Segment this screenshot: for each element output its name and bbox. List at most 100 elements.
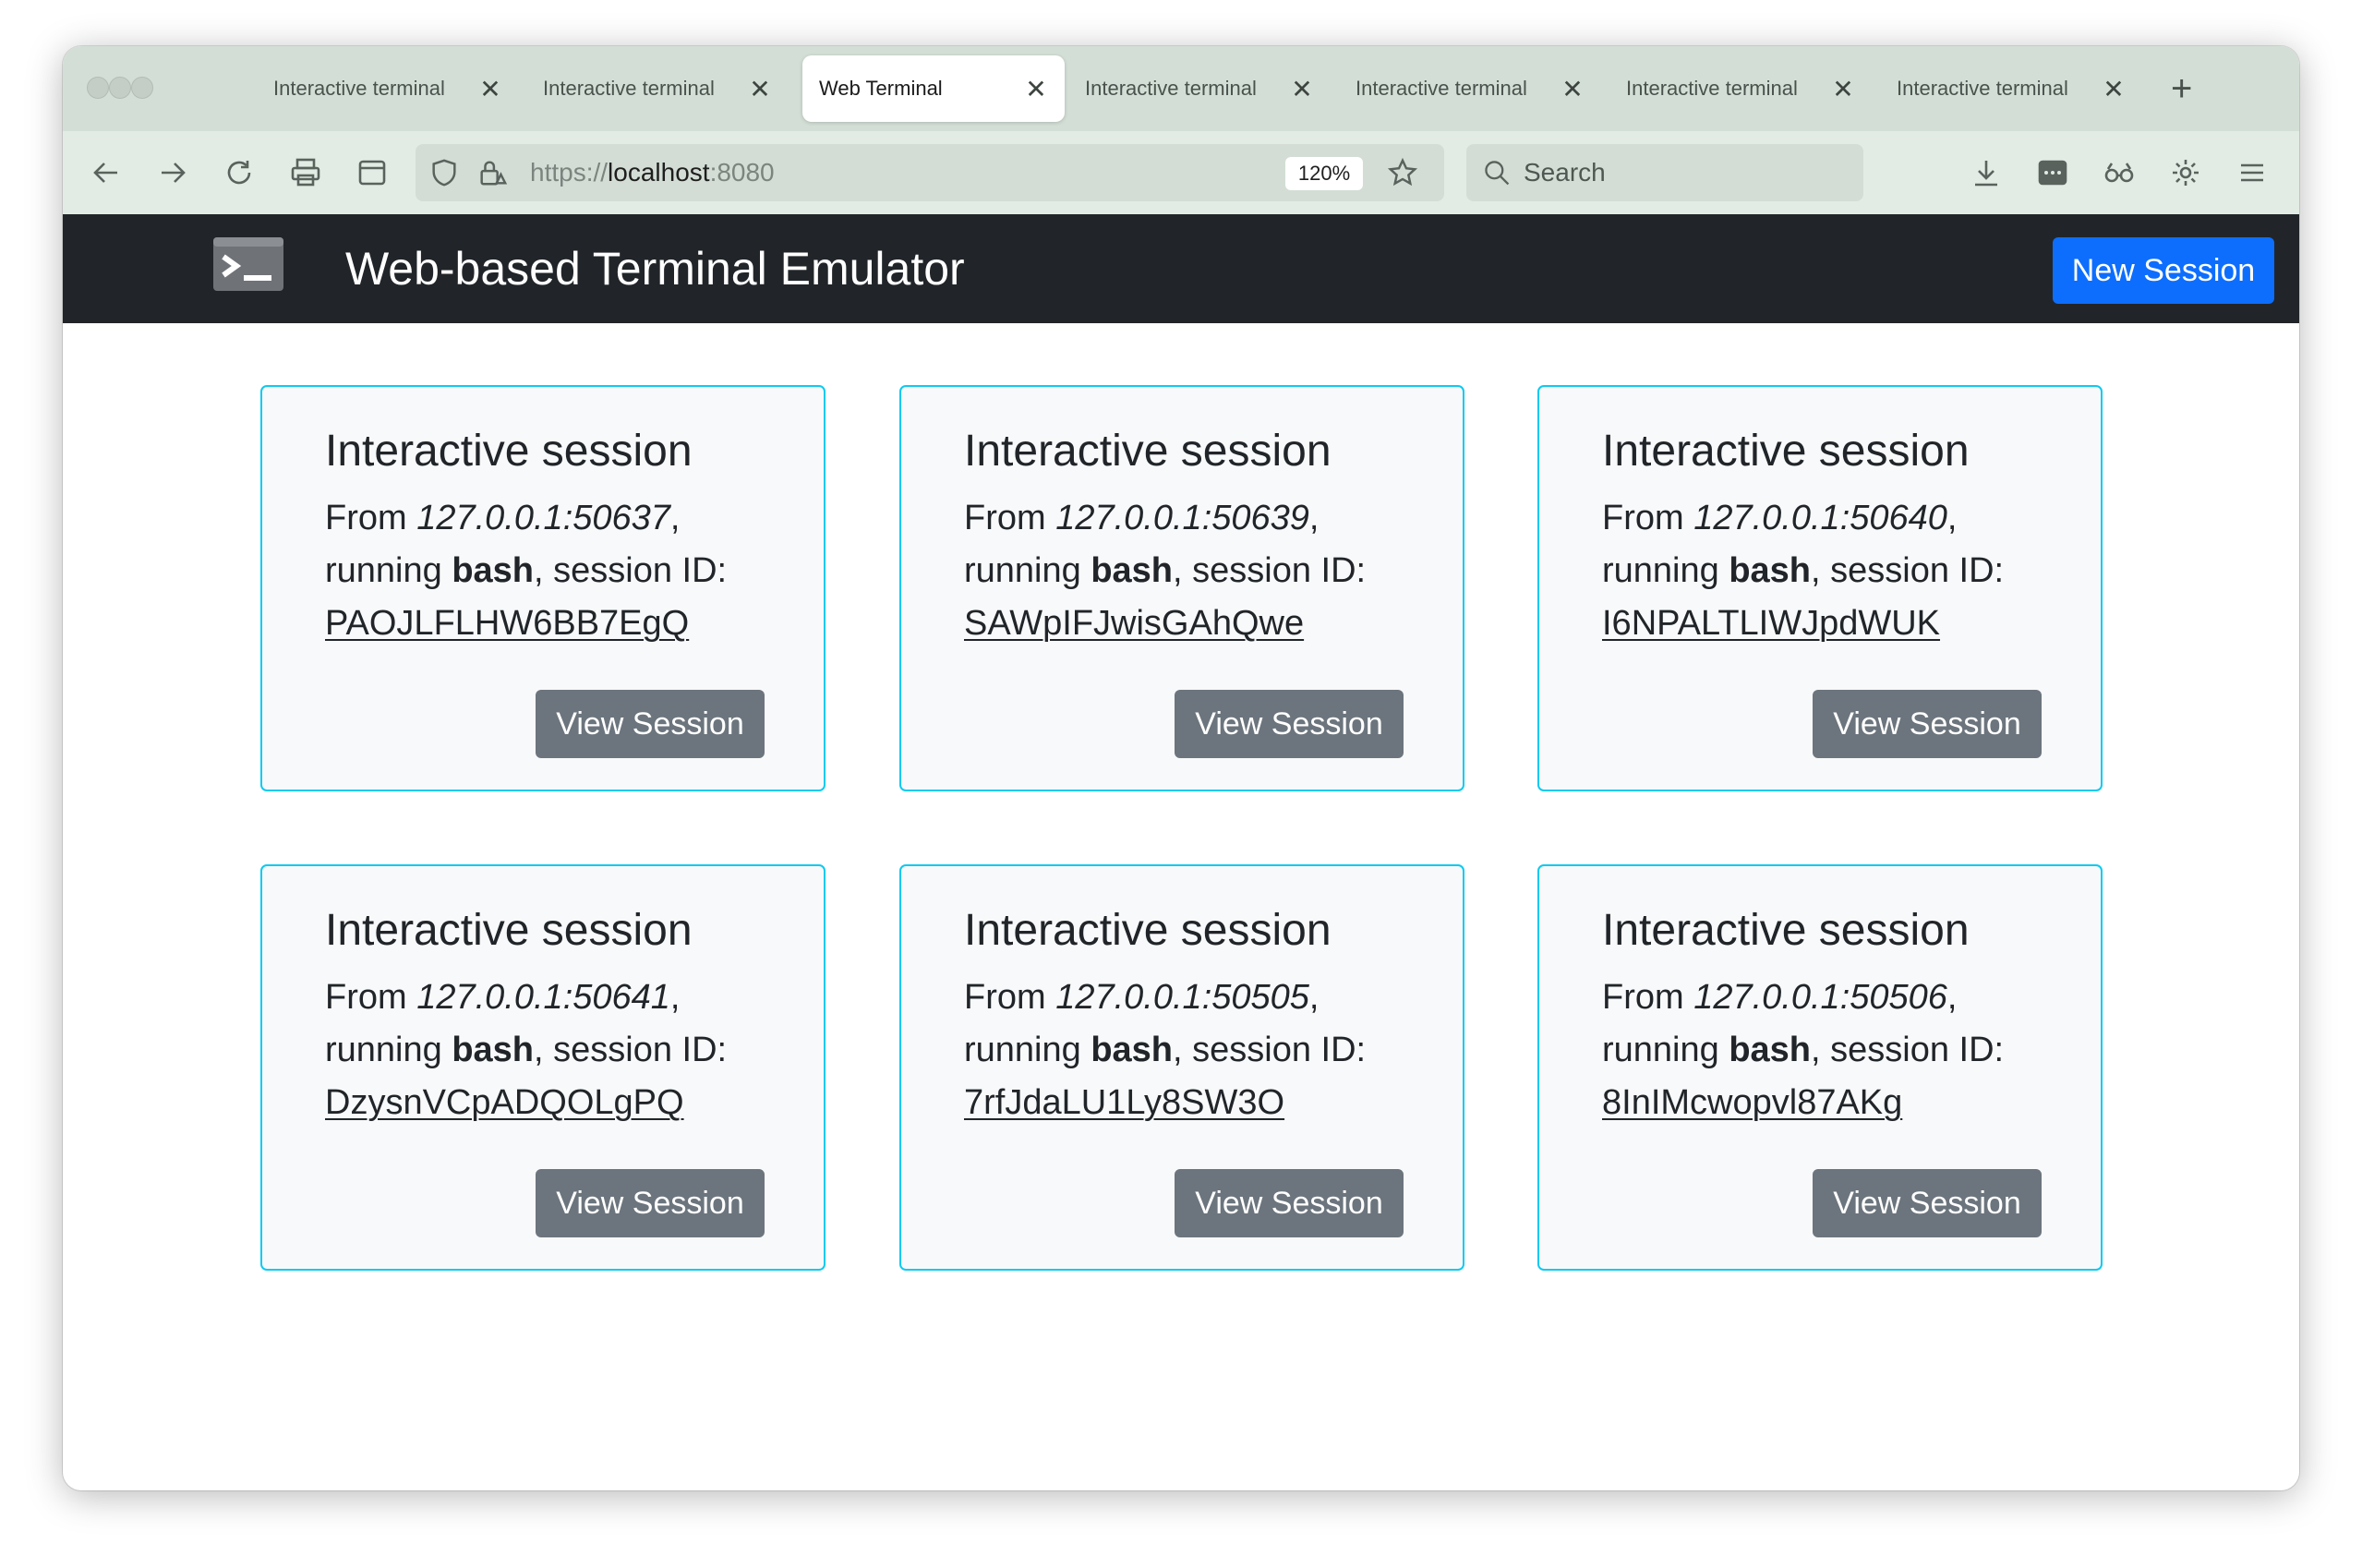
card-text: From 127.0.0.1:50641, running bash, sess… xyxy=(325,978,728,1122)
card-text: From 127.0.0.1:50506, running bash, sess… xyxy=(1602,978,2005,1122)
view-session-button[interactable]: View Session xyxy=(1813,690,2042,758)
session-id: I6NPALTLIWJpdWUK xyxy=(1602,604,1941,643)
back-arrow-icon[interactable] xyxy=(87,153,126,192)
tab-interactive-terminal-6[interactable]: Interactive terminal ✕ xyxy=(1880,55,2142,122)
session-id-label: session ID: xyxy=(1830,1031,2005,1069)
session-id-label: session ID: xyxy=(1830,551,2005,590)
page-title[interactable]: Web-based Terminal Emulator xyxy=(345,242,965,296)
view-session-button[interactable]: View Session xyxy=(1175,1169,1404,1237)
card-title: Interactive session xyxy=(964,906,1332,955)
card-title: Interactive session xyxy=(325,906,693,955)
from-label: From xyxy=(325,499,407,537)
card-text: From 127.0.0.1:50639, running bash, sess… xyxy=(964,499,1367,643)
client-address: 127.0.0.1:50505 xyxy=(1055,978,1309,1017)
tab-interactive-terminal-2[interactable]: Interactive terminal ✕ xyxy=(526,55,789,122)
running-label: running xyxy=(1602,551,1719,590)
command-name: bash xyxy=(1091,551,1174,590)
tab-interactive-terminal-3[interactable]: Interactive terminal ✕ xyxy=(1068,55,1331,122)
client-address: 127.0.0.1:50506 xyxy=(1693,978,1947,1017)
session-id-label: session ID: xyxy=(1192,1031,1367,1069)
sidebar-icon[interactable] xyxy=(353,153,392,192)
close-icon[interactable]: ✕ xyxy=(2102,74,2126,104)
view-session-button[interactable]: View Session xyxy=(536,690,765,758)
view-session-button[interactable]: View Session xyxy=(536,1169,765,1237)
session-card: Interactive session From 127.0.0.1:50640… xyxy=(1537,385,2103,791)
window-minimize-dot[interactable] xyxy=(109,77,131,99)
lock-warning-icon[interactable] xyxy=(473,153,512,192)
settings-gear-icon[interactable] xyxy=(2166,153,2205,192)
tab-label: Interactive terminal xyxy=(1356,77,1527,100)
bookmark-star-icon[interactable] xyxy=(1383,153,1422,192)
from-label: From xyxy=(325,978,407,1017)
close-icon[interactable]: ✕ xyxy=(748,74,772,104)
terminal-logo-icon[interactable] xyxy=(212,236,284,292)
forward-arrow-icon[interactable] xyxy=(153,153,192,192)
search-icon xyxy=(1477,153,1516,192)
url-scheme: https:// xyxy=(530,158,609,187)
running-label: running xyxy=(964,551,1081,590)
client-address: 127.0.0.1:50637 xyxy=(416,499,670,537)
card-title: Interactive session xyxy=(964,427,1332,476)
browser-toolbar: https://localhost:8080 120% Search xyxy=(63,131,2299,215)
reload-icon[interactable] xyxy=(220,153,259,192)
command-name: bash xyxy=(1091,1031,1174,1069)
private-browsing-icon[interactable] xyxy=(2100,153,2139,192)
tab-label: Interactive terminal xyxy=(543,77,715,100)
close-icon[interactable]: ✕ xyxy=(1024,74,1048,104)
from-label: From xyxy=(1602,978,1684,1017)
card-title: Interactive session xyxy=(1602,427,1970,476)
from-label: From xyxy=(964,978,1046,1017)
window-close-dot[interactable] xyxy=(87,77,109,99)
session-id: 8InIMcwopvl87AKg xyxy=(1602,1083,1903,1122)
search-bar[interactable]: Search xyxy=(1466,144,1863,201)
tab-interactive-terminal-4[interactable]: Interactive terminal ✕ xyxy=(1339,55,1601,122)
tab-label: Interactive terminal xyxy=(273,77,445,100)
close-icon[interactable]: ✕ xyxy=(478,74,502,104)
session-card: Interactive session From 127.0.0.1:50506… xyxy=(1537,864,2103,1271)
new-tab-icon[interactable]: + xyxy=(2171,66,2192,111)
command-name: bash xyxy=(452,551,535,590)
site-navbar: Web-based Terminal Emulator New Session xyxy=(63,214,2299,323)
session-id-label: session ID: xyxy=(553,1031,728,1069)
running-label: running xyxy=(325,551,442,590)
url-bar[interactable]: https://localhost:8080 120% xyxy=(416,144,1444,201)
card-title: Interactive session xyxy=(1602,906,1970,955)
close-icon[interactable]: ✕ xyxy=(1561,74,1585,104)
close-icon[interactable]: ✕ xyxy=(1831,74,1855,104)
card-text: From 127.0.0.1:50505, running bash, sess… xyxy=(964,978,1367,1122)
view-session-button[interactable]: View Session xyxy=(1813,1169,2042,1237)
session-id-label: session ID: xyxy=(1192,551,1367,590)
extension-icon[interactable] xyxy=(2033,153,2072,192)
session-card: Interactive session From 127.0.0.1:50639… xyxy=(899,385,1464,791)
session-id: PAOJLFLHW6BB7EgQ xyxy=(325,604,690,643)
tab-label: Web Terminal xyxy=(819,77,943,100)
running-label: running xyxy=(325,1031,442,1069)
tab-interactive-terminal-1[interactable]: Interactive terminal ✕ xyxy=(257,55,519,122)
tab-interactive-terminal-5[interactable]: Interactive terminal ✕ xyxy=(1609,55,1872,122)
session-id: 7rfJdaLU1Ly8SW3O xyxy=(964,1083,1285,1122)
menu-icon[interactable] xyxy=(2233,153,2272,192)
session-id: SAWpIFJwisGAhQwe xyxy=(964,604,1305,643)
tab-label: Interactive terminal xyxy=(1897,77,2068,100)
client-address: 127.0.0.1:50640 xyxy=(1693,499,1947,537)
print-icon[interactable] xyxy=(286,153,325,192)
shield-icon[interactable] xyxy=(425,153,464,192)
download-icon[interactable] xyxy=(1967,153,2006,192)
tab-web-terminal[interactable]: Web Terminal ✕ xyxy=(802,55,1065,122)
close-icon[interactable]: ✕ xyxy=(1290,74,1314,104)
view-session-button[interactable]: View Session xyxy=(1175,690,1404,758)
running-label: running xyxy=(1602,1031,1719,1069)
window-zoom-dot[interactable] xyxy=(131,77,153,99)
url-text[interactable]: https://localhost:8080 xyxy=(530,158,775,187)
session-card: Interactive session From 127.0.0.1:50641… xyxy=(260,864,825,1271)
new-session-button[interactable]: New Session xyxy=(2053,237,2274,304)
zoom-level-badge[interactable]: 120% xyxy=(1285,157,1363,190)
tab-strip: Interactive terminal ✕ Interactive termi… xyxy=(63,46,2299,131)
from-label: From xyxy=(1602,499,1684,537)
running-label: running xyxy=(964,1031,1081,1069)
url-port: :8080 xyxy=(709,158,775,187)
session-card: Interactive session From 127.0.0.1:50505… xyxy=(899,864,1464,1271)
session-card: Interactive session From 127.0.0.1:50637… xyxy=(260,385,825,791)
session-id: DzysnVCpADQOLgPQ xyxy=(325,1083,684,1122)
client-address: 127.0.0.1:50641 xyxy=(416,978,670,1017)
